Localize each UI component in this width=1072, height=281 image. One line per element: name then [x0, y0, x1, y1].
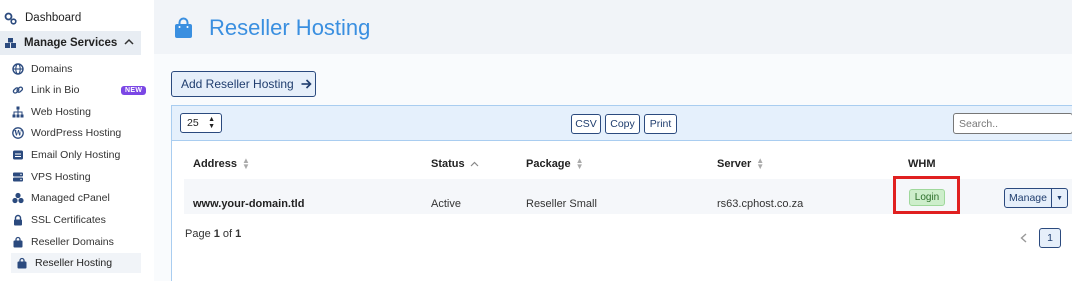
column-label: Server [717, 158, 752, 170]
sidebar: Dashboard Manage Services Domains Link i… [0, 0, 154, 281]
cell-address: www.your-domain.tld [193, 198, 305, 210]
print-button[interactable]: Print [644, 114, 677, 134]
sidebar-item-label: VPS Hosting [31, 171, 91, 183]
chevron-up-icon [124, 38, 134, 49]
page-info-prefix: Page [185, 228, 214, 240]
manage-button[interactable]: Manage [1005, 189, 1052, 207]
content-area: Add Reseller Hosting 25 ▲ ▼ CSV Copy Prin… [154, 54, 1072, 281]
envelope-icon [11, 149, 24, 162]
bag-icon [11, 236, 24, 249]
sidebar-item-label: Reseller Domains [31, 236, 114, 248]
server-icon [11, 171, 24, 184]
column-header-server[interactable]: Server ▲ ▼ [717, 156, 765, 171]
copy-button[interactable]: Copy [605, 114, 640, 134]
boxes-icon [4, 37, 17, 50]
page-info: Page 1 of 1 [185, 228, 241, 240]
sidebar-item-domains[interactable]: Domains [11, 62, 152, 76]
services-table: 25 ▲ ▼ CSV Copy Print Search.. Address ▲ ▼… [171, 105, 1072, 281]
page-info-total: 1 [235, 228, 242, 240]
page-title: Reseller Hosting [209, 15, 371, 40]
sidebar-item-managed-cpanel[interactable]: Managed cPanel [11, 191, 152, 205]
sidebar-item-label: Reseller Hosting [35, 257, 113, 269]
column-label: Address [193, 158, 238, 170]
sidebar-item-label: Web Hosting [31, 106, 91, 118]
sidebar-item-label: Email Only Hosting [31, 149, 121, 161]
search-input[interactable]: Search.. [953, 113, 1072, 134]
sidebar-item-ssl-certificates[interactable]: SSL Certificates [11, 213, 152, 227]
cell-package: Reseller Small [526, 198, 597, 210]
chevron-left-icon[interactable] [1020, 232, 1027, 246]
sort-icon: ▲ ▼ [756, 156, 765, 171]
page-length-select[interactable]: 25 ▲ ▼ [180, 113, 222, 133]
sidebar-item-label: Link in Bio [31, 84, 80, 96]
column-header-package[interactable]: Package ▲ ▼ [526, 156, 584, 171]
whm-login-button[interactable]: Login [909, 189, 945, 206]
column-label: Package [526, 158, 571, 170]
cell-status: Active [431, 198, 461, 210]
column-header-address[interactable]: Address ▲ ▼ [193, 156, 250, 171]
sitemap-icon [11, 106, 24, 119]
sidebar-item-label: SSL Certificates [31, 214, 106, 226]
add-button-label: Add Reseller Hosting [181, 77, 294, 91]
sidebar-item-vps-hosting[interactable]: VPS Hosting [11, 170, 152, 184]
wordpress-icon: W [11, 127, 24, 140]
cubes-icon [11, 192, 24, 205]
sort-icon: ▲ ▼ [242, 156, 250, 171]
sidebar-item-dashboard[interactable]: Dashboard [4, 10, 145, 26]
cell-server: rs63.cphost.co.za [717, 198, 804, 210]
csv-button[interactable]: CSV [571, 114, 601, 134]
page-header: Reseller Hosting [154, 0, 1072, 54]
main-content: Reseller Hosting Add Reseller Hosting 25… [154, 0, 1072, 281]
add-reseller-hosting-button[interactable]: Add Reseller Hosting [171, 71, 316, 97]
sidebar-item-label: Dashboard [25, 12, 82, 24]
lock-icon [11, 214, 24, 227]
caret-down-icon[interactable]: ▼ [1052, 189, 1067, 207]
select-caret-icon: ▲ ▼ [208, 116, 215, 130]
manage-button-group[interactable]: Manage ▼ [1004, 188, 1068, 208]
sidebar-item-wordpress-hosting[interactable]: W WordPress Hosting [11, 126, 152, 140]
column-header-status[interactable]: Status [431, 158, 479, 170]
sidebar-item-label: Managed cPanel [31, 192, 110, 204]
sidebar-item-email-only-hosting[interactable]: Email Only Hosting [11, 148, 152, 162]
sidebar-item-reseller-domains[interactable]: Reseller Domains [11, 235, 152, 249]
shopping-bag-icon [174, 17, 193, 44]
pagination-page-1[interactable]: 1 [1039, 228, 1061, 248]
globe-icon [11, 63, 24, 76]
svg-text:W: W [13, 129, 22, 138]
bag-icon [15, 257, 28, 270]
sidebar-item-link-in-bio[interactable]: Link in Bio NEW [11, 83, 152, 97]
sidebar-item-label: Domains [31, 63, 73, 75]
sort-ascending-icon [470, 159, 479, 170]
sidebar-item-label: WordPress Hosting [31, 127, 122, 139]
new-badge: NEW [121, 85, 147, 95]
column-label: WHM [908, 158, 936, 170]
sidebar-group-manage-services[interactable]: Manage Services [0, 31, 141, 55]
column-header-whm: WHM [908, 158, 936, 170]
link-icon [11, 84, 24, 97]
sidebar-group-label: Manage Services [24, 37, 118, 49]
page-length-value: 25 [187, 117, 199, 129]
column-label: Status [431, 158, 465, 170]
arrow-right-icon [301, 77, 312, 92]
sidebar-item-reseller-hosting[interactable]: Reseller Hosting [11, 253, 141, 273]
table-toolbar: 25 ▲ ▼ CSV Copy Print Search.. [172, 106, 1072, 141]
page-info-of: of [219, 228, 236, 240]
sort-icon: ▲ ▼ [575, 156, 584, 171]
cogs-icon [4, 12, 17, 25]
sidebar-item-web-hosting[interactable]: Web Hosting [11, 105, 152, 119]
